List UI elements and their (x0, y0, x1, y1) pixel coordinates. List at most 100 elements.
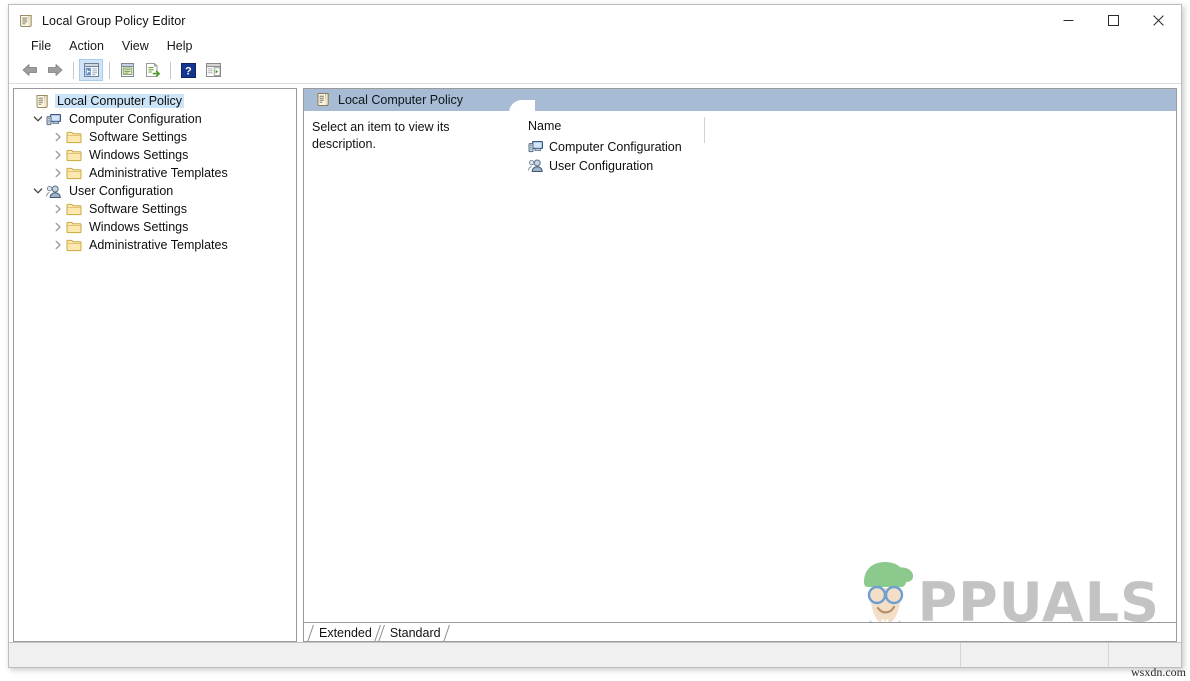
site-credit: wsxdn.com (1131, 665, 1186, 679)
computer-icon (46, 111, 62, 127)
details-pane-header: Local Computer Policy (304, 89, 1176, 111)
window-controls (1046, 5, 1181, 36)
tree-item-label: Windows Settings (89, 220, 189, 234)
back-icon (22, 64, 37, 76)
tree-item-user-configuration[interactable]: User Configuration (14, 182, 296, 200)
tree-item-user-administrative-templates[interactable]: Administrative Templates (14, 236, 296, 254)
tree-item-label: Windows Settings (89, 148, 189, 162)
minimize-icon (1063, 20, 1074, 21)
export-list-button[interactable] (140, 59, 164, 81)
column-header-name[interactable]: Name (516, 119, 692, 133)
tree-expander-expanded[interactable] (30, 110, 46, 128)
tree-item-user-software-settings[interactable]: Software Settings (14, 200, 296, 218)
chevron-right-icon (55, 240, 61, 250)
console-tree-pane[interactable]: Local Computer Policy Computer Configura… (13, 88, 297, 642)
export-list-icon (145, 63, 160, 77)
tab-edge-left (377, 625, 385, 641)
policy-scroll-icon (34, 93, 50, 109)
user-icon (46, 183, 62, 199)
maximize-button[interactable] (1091, 5, 1136, 36)
items-list-column: Name Computer Configuration User Configu… (516, 111, 1176, 622)
main-body: Local Computer Policy Computer Configura… (9, 84, 1181, 642)
folder-icon (66, 129, 82, 145)
properties-button[interactable] (115, 59, 139, 81)
chevron-right-icon (55, 222, 61, 232)
toolbar: ? (9, 57, 1181, 84)
help-button[interactable]: ? (176, 59, 200, 81)
tab-edge-right (442, 625, 450, 641)
tree-item-local-computer-policy[interactable]: Local Computer Policy (14, 92, 296, 110)
back-button[interactable] (18, 59, 42, 81)
tree-expander-expanded[interactable] (30, 182, 46, 200)
help-icon: ? (180, 62, 196, 78)
menu-action[interactable]: Action (60, 37, 113, 56)
toolbar-separator (73, 61, 74, 79)
details-pane-content: Select an item to view its description. … (304, 111, 1176, 630)
close-button[interactable] (1136, 5, 1181, 36)
view-tabs: Extended Standard (304, 622, 1176, 641)
tree-expander-collapsed[interactable] (50, 236, 66, 254)
tree-item-computer-configuration[interactable]: Computer Configuration (14, 110, 296, 128)
chevron-right-icon (55, 150, 61, 160)
tree-item-computer-administrative-templates[interactable]: Administrative Templates (14, 164, 296, 182)
details-pane-title: Local Computer Policy (338, 93, 464, 107)
tree-expander-collapsed[interactable] (50, 146, 66, 164)
menu-bar: File Action View Help (9, 36, 1181, 57)
folder-icon (66, 201, 82, 217)
tree-expander-none (18, 92, 34, 110)
tab-standard[interactable]: Standard (377, 624, 450, 641)
folder-icon (66, 219, 82, 235)
tree-expander-collapsed[interactable] (50, 218, 66, 236)
folder-icon (66, 147, 82, 163)
policy-scroll-icon (316, 92, 330, 108)
show-hide-action-pane-button[interactable] (201, 59, 225, 81)
tree-expander-collapsed[interactable] (50, 128, 66, 146)
description-text: Select an item to view its description. (312, 120, 450, 151)
chevron-right-icon (55, 168, 61, 178)
tree-item-label: Software Settings (89, 130, 187, 144)
tree-item-label: Administrative Templates (89, 166, 228, 180)
list-item[interactable]: Computer Configuration (516, 137, 1176, 156)
tab-label: Extended (319, 625, 372, 640)
svg-text:?: ? (185, 65, 192, 77)
tab-edge-left (307, 625, 314, 641)
show-hide-console-tree-button[interactable] (79, 59, 103, 81)
tree-expander-collapsed[interactable] (50, 164, 66, 182)
user-icon (528, 158, 544, 174)
properties-icon (120, 63, 134, 77)
list-item[interactable]: User Configuration (516, 156, 1176, 175)
status-pane-tertiary (1109, 643, 1181, 667)
forward-icon (48, 64, 63, 76)
details-pane: Local Computer Policy Select an item to … (303, 88, 1177, 642)
policy-scroll-icon (18, 13, 34, 29)
menu-help[interactable]: Help (158, 37, 202, 56)
chevron-right-icon (55, 132, 61, 142)
toolbar-separator (109, 61, 110, 79)
status-bar (9, 642, 1181, 667)
chevron-right-icon (55, 204, 61, 214)
tree-item-label: User Configuration (69, 184, 174, 198)
tree-item-computer-software-settings[interactable]: Software Settings (14, 128, 296, 146)
tree-item-user-windows-settings[interactable]: Windows Settings (14, 218, 296, 236)
status-pane-secondary (961, 643, 1109, 667)
tree-item-label: Computer Configuration (69, 112, 202, 126)
list-item-label: Computer Configuration (549, 139, 682, 154)
maximize-icon (1108, 15, 1119, 26)
folder-icon (66, 237, 82, 253)
menu-file[interactable]: File (22, 37, 60, 56)
tree-item-label: Software Settings (89, 202, 187, 216)
list-item-label: User Configuration (549, 158, 654, 173)
minimize-button[interactable] (1046, 5, 1091, 36)
forward-button[interactable] (43, 59, 67, 81)
status-pane-main (9, 643, 961, 667)
tree-item-computer-windows-settings[interactable]: Windows Settings (14, 146, 296, 164)
column-divider[interactable] (704, 117, 705, 143)
show-hide-console-tree-icon (83, 63, 99, 77)
tree-expander-collapsed[interactable] (50, 200, 66, 218)
list-column-header: Name (516, 117, 1176, 143)
title-bar: Local Group Policy Editor (9, 5, 1181, 36)
menu-view[interactable]: View (113, 37, 158, 56)
tree-item-label: Local Computer Policy (55, 94, 185, 108)
tab-extended[interactable]: Extended (307, 624, 381, 641)
header-tab-curve (509, 89, 535, 111)
